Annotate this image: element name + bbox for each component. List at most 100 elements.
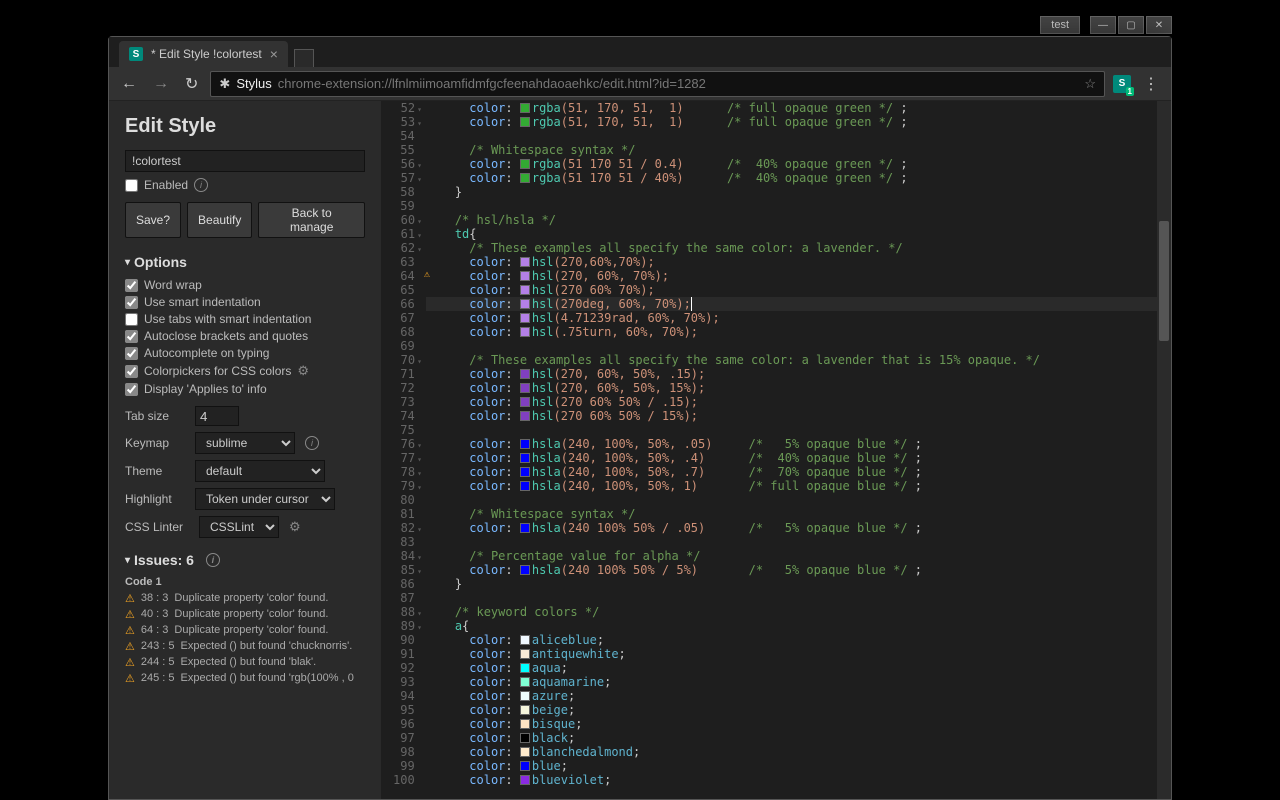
option-label: Display 'Applies to' info	[144, 382, 267, 396]
options-list: Word wrap Use smart indentation Use tabs w…	[125, 278, 365, 396]
background-tab[interactable]: test	[1040, 16, 1080, 34]
issues-code-header: Code 1	[125, 576, 365, 588]
style-name-input[interactable]	[125, 150, 365, 172]
beautify-button[interactable]: Beautify	[187, 202, 252, 238]
warning-icon: ⚠	[125, 624, 135, 637]
option-checkbox[interactable]	[125, 313, 138, 326]
stylus-extension-icon[interactable]: S1	[1113, 75, 1131, 93]
active-tab[interactable]: S * Edit Style !colortest ×	[119, 41, 288, 67]
minimize-button[interactable]: —	[1090, 16, 1116, 34]
omnibox-label: Stylus	[236, 76, 271, 91]
info-icon[interactable]: i	[194, 178, 208, 192]
option-checkbox[interactable]	[125, 296, 138, 309]
option-checkbox[interactable]	[125, 365, 138, 378]
warning-icon: ⚠	[125, 656, 135, 669]
issue-message: Duplicate property 'color' found.	[174, 592, 328, 605]
issue-message: Expected () but found 'rgb(100% , 0	[181, 672, 354, 685]
omnibox-url: chrome-extension://lfnlmiimoamfidmfgcfee…	[278, 76, 706, 91]
options-heading[interactable]: Options	[125, 254, 365, 270]
keymap-label: Keymap	[125, 436, 185, 450]
issue-message: Expected () but found 'blak'.	[181, 656, 317, 669]
highlight-select[interactable]: Token under cursor	[195, 488, 335, 510]
option-label: Use smart indentation	[144, 295, 261, 309]
issue-location: 40 : 3	[141, 608, 169, 621]
gear-icon[interactable]: ⚙	[289, 519, 301, 535]
window-controls: — ▢ ✕	[1090, 16, 1172, 34]
theme-label: Theme	[125, 464, 185, 478]
code-area[interactable]: color: rgba(51, 170, 51, 1) /* full opaq…	[426, 101, 1171, 799]
linter-select[interactable]: CSSLint	[199, 516, 279, 538]
stylus-icon: S	[129, 47, 143, 61]
issue-location: 243 : 5	[141, 640, 175, 653]
issue-item[interactable]: ⚠ 245 : 5 Expected () but found 'rgb(100% …	[125, 672, 365, 685]
new-tab-button[interactable]	[294, 49, 314, 67]
extension-badge: 1	[1126, 87, 1134, 96]
warning-icon: ⚠	[125, 592, 135, 605]
option-row: Word wrap	[125, 278, 365, 292]
tab-title: * Edit Style !colortest	[151, 47, 262, 61]
tab-size-label: Tab size	[125, 409, 185, 423]
issues-heading[interactable]: Issues: 6 i	[125, 552, 365, 568]
browser-window: S * Edit Style !colortest × ← → ↻ ✱ Styl…	[108, 36, 1172, 800]
toolbar: ← → ↻ ✱ Stylus chrome-extension://lfnlmi…	[109, 67, 1171, 101]
issue-item[interactable]: ⚠40 : 3Duplicate property 'color' found.	[125, 608, 365, 621]
gutter-warning-icon[interactable]: ⚠	[424, 269, 430, 280]
info-icon[interactable]: i	[206, 553, 220, 567]
back-to-manage-button[interactable]: Back to manage	[258, 202, 365, 238]
issue-message: Duplicate property 'color' found.	[174, 608, 328, 621]
issue-item[interactable]: ⚠ 64 : 3 Duplicate property 'color' found.	[125, 624, 365, 637]
maximize-button[interactable]: ▢	[1118, 16, 1144, 34]
enabled-label: Enabled	[144, 178, 188, 192]
issue-item[interactable]: ⚠243 : 5Expected () but found 'chucknorr…	[125, 640, 365, 653]
linter-label: CSS Linter	[125, 520, 189, 534]
info-icon[interactable]: i	[305, 436, 319, 450]
issue-location: 38 : 3	[141, 592, 169, 605]
sidebar: Edit Style Enabled i Save? Beautify Back…	[109, 101, 381, 799]
issue-item[interactable]: ⚠ 244 : 5 Expected () but found 'blak'.	[125, 656, 365, 669]
scroll-thumb[interactable]	[1159, 221, 1169, 341]
bookmark-icon[interactable]: ☆	[1084, 76, 1096, 92]
issue-location: 64 : 3	[141, 624, 169, 637]
close-button[interactable]: ✕	[1146, 16, 1172, 34]
menu-button[interactable]: ⋮	[1139, 74, 1163, 94]
scrollbar-vertical[interactable]	[1157, 101, 1171, 799]
gutter: 52▾53▾54 55 56▾57▾58 59 60▾61▾62▾63 64 6…	[381, 101, 426, 799]
keymap-select[interactable]: sublime	[195, 432, 295, 454]
theme-select[interactable]: default	[195, 460, 325, 482]
reload-button[interactable]: ↻	[181, 74, 202, 94]
page-title: Edit Style	[125, 115, 365, 138]
content-area: Edit Style Enabled i Save? Beautify Back…	[109, 101, 1171, 799]
warning-icon: ⚠	[125, 672, 135, 685]
option-row: Display 'Applies to' info	[125, 382, 365, 396]
forward-button[interactable]: →	[149, 75, 173, 93]
issue-message: Duplicate property 'color' found.	[174, 624, 328, 637]
option-row: Use tabs with smart indentation	[125, 312, 365, 326]
option-row: Autoclose brackets and quotes	[125, 329, 365, 343]
option-label: Autocomplete on typing	[144, 346, 269, 360]
option-checkbox[interactable]	[125, 330, 138, 343]
issues-list: Code 1 ⚠ 38 : 3 Duplicate property 'color'…	[125, 576, 365, 685]
code-editor[interactable]: 52▾53▾54 55 56▾57▾58 59 60▾61▾62▾63 64 6…	[381, 101, 1171, 799]
issue-item[interactable]: ⚠ 38 : 3 Duplicate property 'color' found.	[125, 592, 365, 605]
save-button[interactable]: Save?	[125, 202, 181, 238]
option-checkbox[interactable]	[125, 279, 138, 292]
issue-location: 245 : 5	[141, 672, 175, 685]
option-label: Colorpickers for CSS colors	[144, 364, 291, 378]
tab-close-icon[interactable]: ×	[270, 46, 278, 62]
tab-size-input[interactable]	[195, 406, 239, 426]
option-label: Use tabs with smart indentation	[144, 312, 311, 326]
option-row: Autocomplete on typing	[125, 346, 365, 360]
tab-strip: S * Edit Style !colortest ×	[109, 37, 1171, 67]
issue-message: Expected () but found 'chucknorris'.	[181, 640, 353, 653]
enabled-checkbox[interactable]	[125, 179, 138, 192]
address-bar[interactable]: ✱ Stylus chrome-extension://lfnlmiimoamf…	[210, 71, 1105, 97]
option-label: Autoclose brackets and quotes	[144, 329, 308, 343]
highlight-label: Highlight	[125, 492, 185, 506]
option-label: Word wrap	[144, 278, 202, 292]
option-checkbox[interactable]	[125, 347, 138, 360]
issue-location: 244 : 5	[141, 656, 175, 669]
extension-icon: ✱	[219, 76, 230, 92]
back-button[interactable]: ←	[117, 75, 141, 93]
option-checkbox[interactable]	[125, 383, 138, 396]
gear-icon[interactable]: ⚙	[297, 363, 309, 379]
